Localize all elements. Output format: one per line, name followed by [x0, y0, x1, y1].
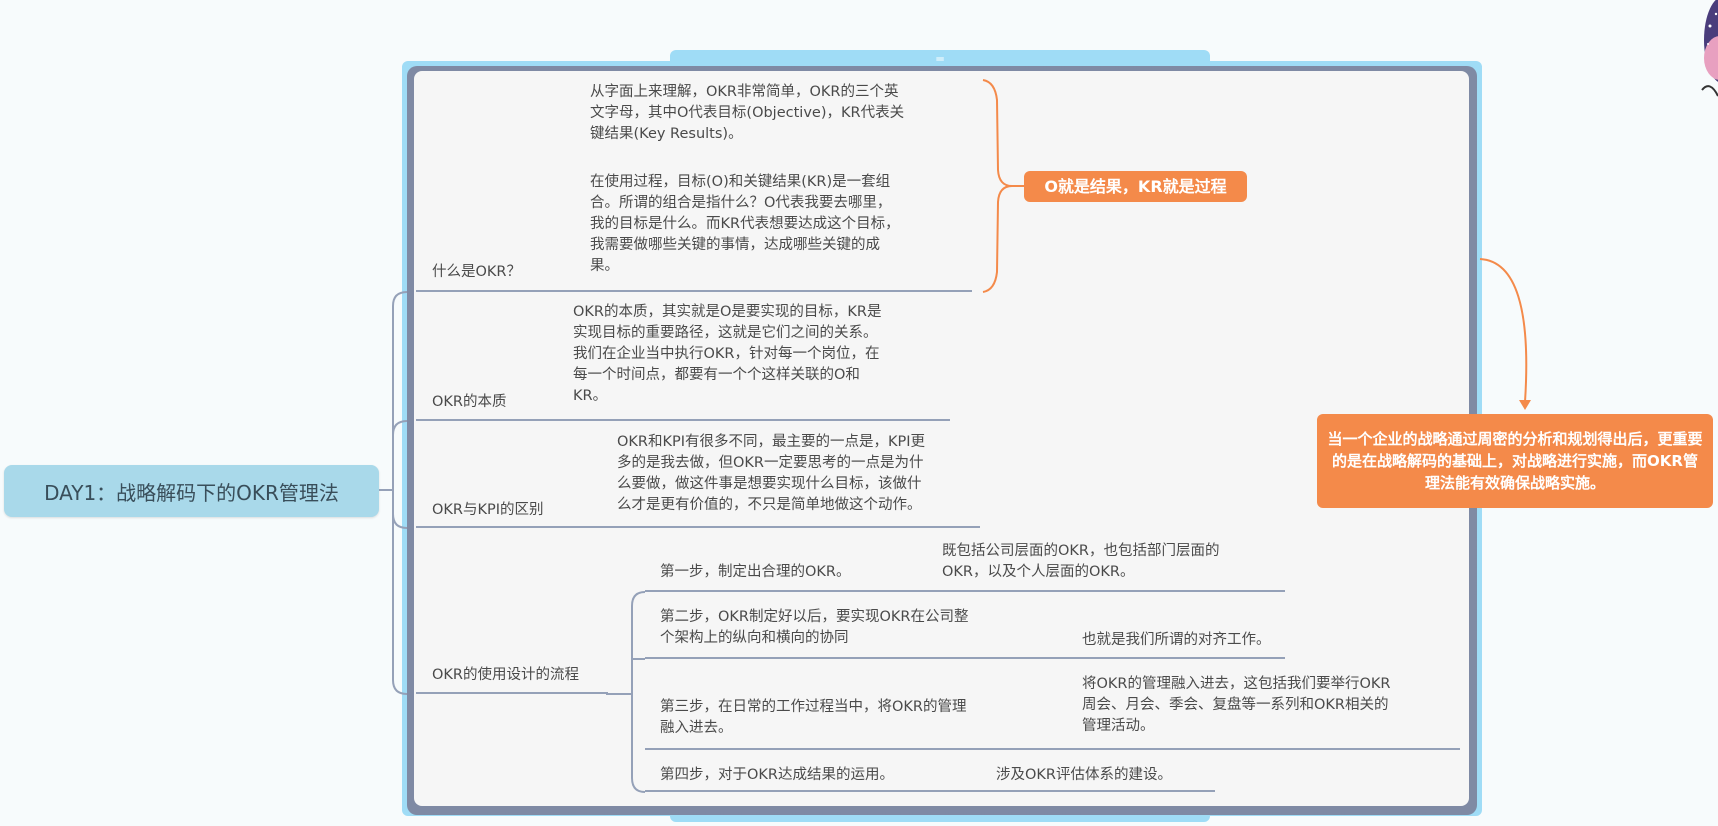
note-callout[interactable]: O就是结果，KR就是过程 [1024, 171, 1247, 202]
summary-arrow-head [1519, 400, 1531, 410]
branch-1-detail-2[interactable]: 在使用过程，目标(O)和关键结果(KR)是一套组 合。所谓的组合是指什么？O代表… [590, 172, 900, 277]
note-brace [982, 79, 1013, 293]
step-4-detail[interactable]: 涉及OKR评估体系的建设。 [996, 765, 1172, 786]
step-2-detail[interactable]: 也就是我们所谓的对齐工作。 [1082, 630, 1271, 651]
step-3-rule [645, 748, 1460, 750]
summary-callout[interactable]: 当一个企业的战略通过周密的分析和规划得出后，更重要的是在战略解码的基础上，对战略… [1317, 414, 1713, 508]
step-3-label[interactable]: 第三步，在日常的工作过程当中，将OKR的管理 融入进去。 [660, 697, 967, 739]
branch-4-label[interactable]: OKR的使用设计的流程 [432, 665, 579, 686]
branch-bracket [392, 291, 408, 695]
step-4-label[interactable]: 第四步，对于OKR达成结果的运用。 [660, 765, 894, 786]
branch-2-label[interactable]: OKR的本质 [432, 392, 507, 413]
step-1-detail[interactable]: 既包括公司层面的OKR，也包括部门层面的 OKR，以及个人层面的OKR。 [942, 541, 1220, 583]
avatar-icon [1701, 0, 1718, 97]
branch-2-rule [416, 419, 950, 421]
branch-1-rule [416, 290, 972, 292]
branch-1-detail-1[interactable]: 从字面上来理解，OKR非常简单，OKR的三个英 文字母，其中O代表目标(Obje… [590, 82, 904, 145]
step-4-rule [645, 790, 1215, 792]
step-3-detail[interactable]: 将OKR的管理融入进去，这包括我们要举行OKR 周会、月会、季会、复盘等一系列和… [1082, 674, 1391, 737]
step-2-label[interactable]: 第二步，OKR制定好以后，要实现OKR在公司整 个架构上的纵向和横向的协同 [660, 607, 969, 649]
branch-3-detail[interactable]: OKR和KPI有很多不同，最主要的一点是，KPI更 多的是我去做，但OKR一定要… [617, 432, 925, 516]
step-2-rule [645, 657, 1285, 659]
step-1-label[interactable]: 第一步，制定出合理的OKR。 [660, 562, 851, 583]
summary-arrow [1479, 258, 1528, 403]
branch-4-rule [416, 692, 608, 694]
branch-bracket-mid [392, 420, 408, 529]
branch-1-label[interactable]: 什么是OKR？ [432, 262, 521, 283]
step-bracket [631, 591, 646, 793]
step-1-rule [645, 590, 1285, 592]
branch-3-label[interactable]: OKR与KPI的区别 [432, 500, 544, 521]
branch-3-rule [416, 526, 980, 528]
summary-callout-text: 当一个企业的战略通过周密的分析和规划得出后，更重要的是在战略解码的基础上，对战略… [1327, 430, 1703, 492]
branch-2-detail[interactable]: OKR的本质，其实就是O是要实现的目标，KR是 实现目标的重要路径，这就是它们之… [573, 302, 882, 407]
